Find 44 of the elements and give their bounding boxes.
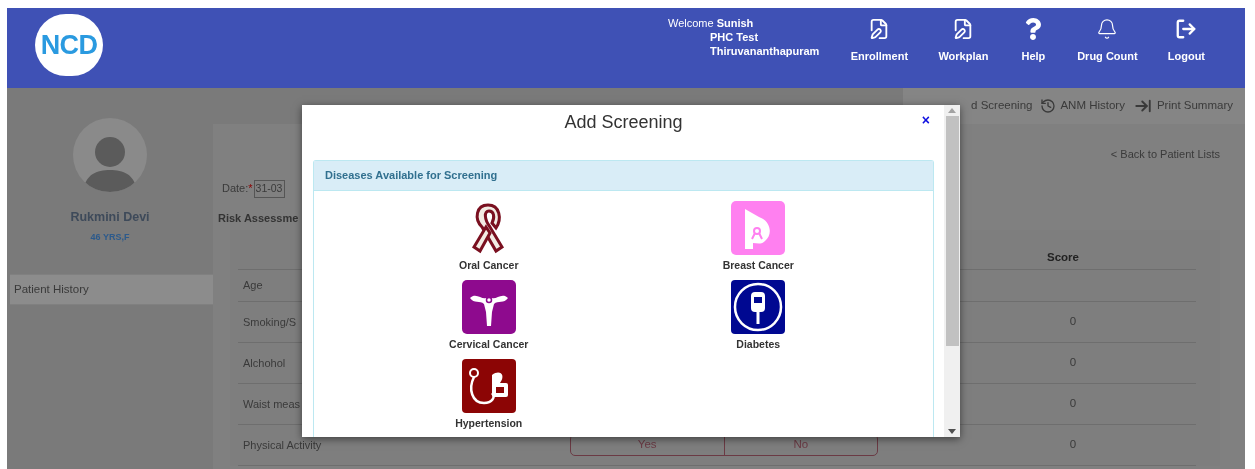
row-label: Smoking/S [242,314,298,330]
disease-option[interactable]: Cervical Cancer [354,280,624,358]
logout-icon [1175,18,1198,40]
disease-option[interactable]: Breast Cancer [623,201,893,279]
disease-option[interactable]: Diabetes [623,280,893,358]
row-label: Physical Activity [242,437,323,453]
scroll-down-icon[interactable] [948,429,956,434]
welcome-label: Welcome [668,16,714,30]
disease-option[interactable]: Oral Cancer [354,201,624,279]
score-cell-text: 0 [1068,355,1078,371]
arrow-to-line-icon [1132,97,1153,115]
score-cell-text: 0 [1068,437,1078,453]
sidebar-item[interactable]: Patient History [10,274,213,306]
modal-title: Add Screening [564,111,683,134]
patient-name: Rukmini Devi [70,209,150,226]
row-label: Age [242,278,264,294]
panel-heading: Diseases Available for Screening [314,161,933,191]
scrollbar[interactable] [944,105,960,437]
glucose-meter-icon [731,280,786,334]
history-icon [1040,98,1057,114]
nav-button[interactable]: Enrollment [837,8,922,65]
help-icon [1024,18,1043,40]
nav-button[interactable]: Workplan [921,8,1006,65]
nav-button[interactable]: Help [1005,8,1062,65]
patient-age-sex: 46 YRS,F [90,230,130,244]
user-detail: Thiruvananthapuram [709,44,820,58]
disease-option[interactable]: Hypertension [354,359,624,437]
user-detail: PHC Test [709,30,760,44]
date-label: Date:* [222,181,253,197]
score-cell-text: 0 [1068,396,1078,412]
close-button[interactable]: × [921,113,930,127]
blood-pressure-icon [461,359,516,413]
uterus-icon [461,280,516,334]
breast-ribbon-icon [731,201,786,255]
bell-icon [1096,18,1119,40]
section-title: Risk Assessme [218,210,300,226]
score-cell-text: 0 [1068,314,1078,330]
user-name: Sunish [716,16,754,30]
row-label: Waist meas [242,396,302,412]
nav-button[interactable]: Logout [1153,8,1220,65]
row-label: Alchohol [242,355,287,371]
column-header: Score [1046,249,1080,265]
scroll-up-icon[interactable] [948,108,956,113]
nav-button[interactable]: Drug Count [1061,8,1154,65]
